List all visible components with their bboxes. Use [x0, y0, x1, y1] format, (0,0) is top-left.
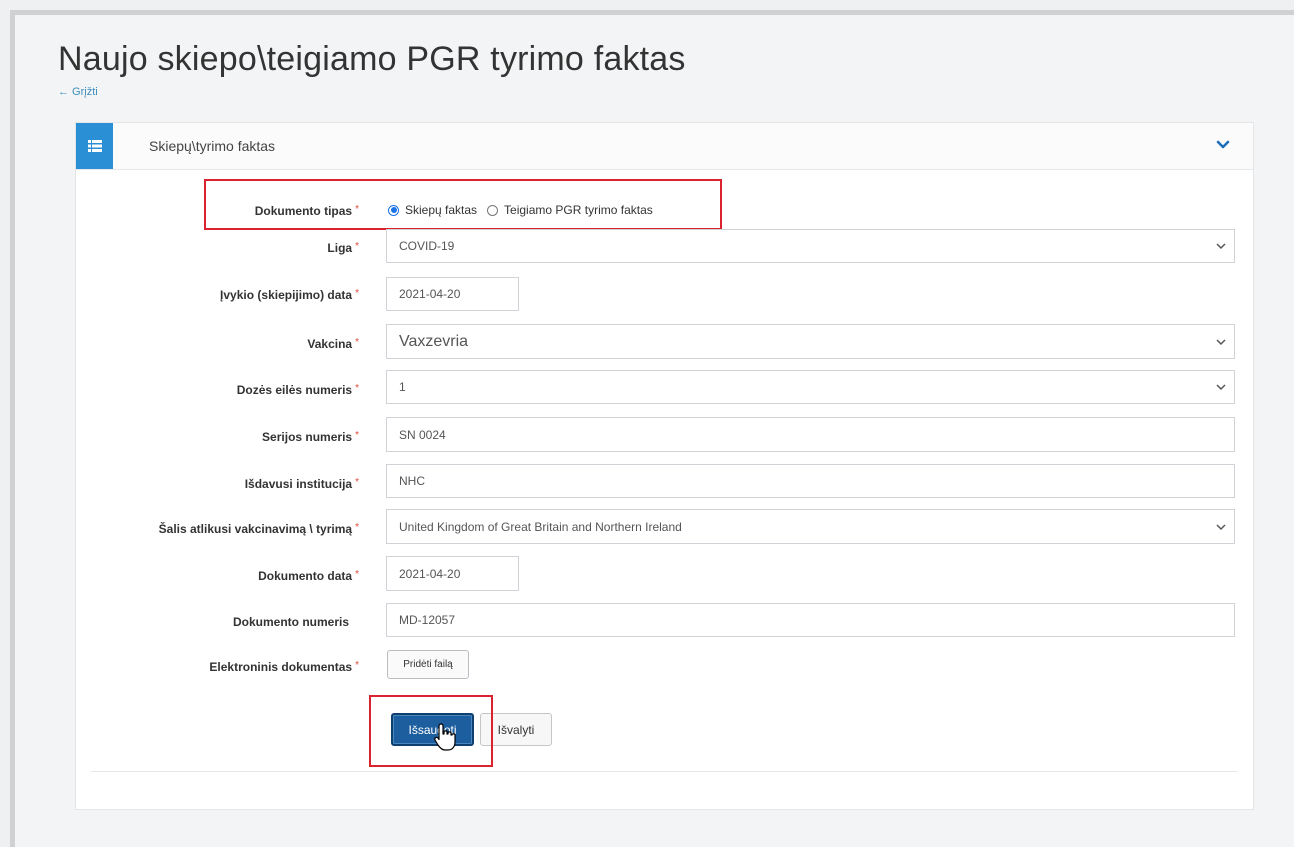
dose-number-value: 1: [399, 380, 406, 394]
series-number-input[interactable]: SN 0024: [386, 417, 1235, 452]
issuing-institution-input[interactable]: NHC: [386, 464, 1235, 498]
document-number-value: MD-12057: [399, 613, 456, 627]
hand-cursor-icon: [434, 723, 456, 751]
event-date-input[interactable]: 2021-04-20: [386, 277, 519, 311]
event-date-value: 2021-04-20: [399, 287, 461, 301]
add-file-button[interactable]: Pridėti failą: [387, 650, 469, 679]
series-number-value: SN 0024: [399, 427, 446, 442]
issuing-institution-value: NHC: [399, 474, 425, 488]
chevron-down-icon[interactable]: [1215, 137, 1231, 153]
dose-number-select[interactable]: 1: [386, 370, 1235, 404]
vaccine-select-value: Vaxzevria: [399, 332, 469, 350]
country-label: Šalis atlikusi vakcinavimą \ tyrimą *: [158, 522, 359, 536]
document-number-input[interactable]: MD-12057: [386, 603, 1235, 637]
highlight-save-button: [369, 695, 493, 767]
dose-number-label: Dozės eilės numeris *: [236, 383, 359, 397]
chevron-down-icon: [1216, 243, 1226, 250]
event-date-label: Įvykio (skiepijimo) data *: [220, 288, 359, 302]
document-date-input[interactable]: 2021-04-20: [386, 556, 519, 591]
document-date-label: Dokumento data *: [258, 569, 359, 583]
disease-select[interactable]: COVID-19: [386, 229, 1235, 263]
form-divider: [91, 771, 1238, 772]
chevron-down-icon: [1216, 338, 1226, 345]
country-select[interactable]: United Kingdom of Great Britain and Nort…: [386, 509, 1235, 544]
country-select-value: United Kingdom of Great Britain and Nort…: [399, 519, 682, 534]
issuing-institution-label: Išdavusi institucija *: [244, 477, 359, 491]
panel-header[interactable]: Skiepų\tyrimo faktas: [76, 123, 1253, 170]
vaccine-label: Vakcina *: [307, 337, 359, 351]
list-icon: [76, 123, 113, 169]
series-number-label: Serijos numeris *: [262, 430, 359, 444]
page-title: Naujo skiepo\teigiamo PGR tyrimo faktas: [58, 40, 686, 78]
chevron-down-icon: [1216, 523, 1226, 530]
document-date-value: 2021-04-20: [399, 566, 461, 581]
disease-label: Liga *: [327, 241, 359, 255]
panel-title: Skiepų\tyrimo faktas: [149, 138, 276, 154]
disease-select-value: COVID-19: [399, 239, 455, 253]
electronic-document-label: Elektroninis dokumentas *: [209, 660, 359, 674]
back-link[interactable]: ← Grįžti: [58, 86, 98, 98]
chevron-down-icon: [1216, 384, 1226, 391]
highlight-document-type: [204, 179, 722, 230]
vaccine-select[interactable]: Vaxzevria: [386, 324, 1235, 359]
document-number-label: Dokumento numeris: [232, 615, 349, 629]
